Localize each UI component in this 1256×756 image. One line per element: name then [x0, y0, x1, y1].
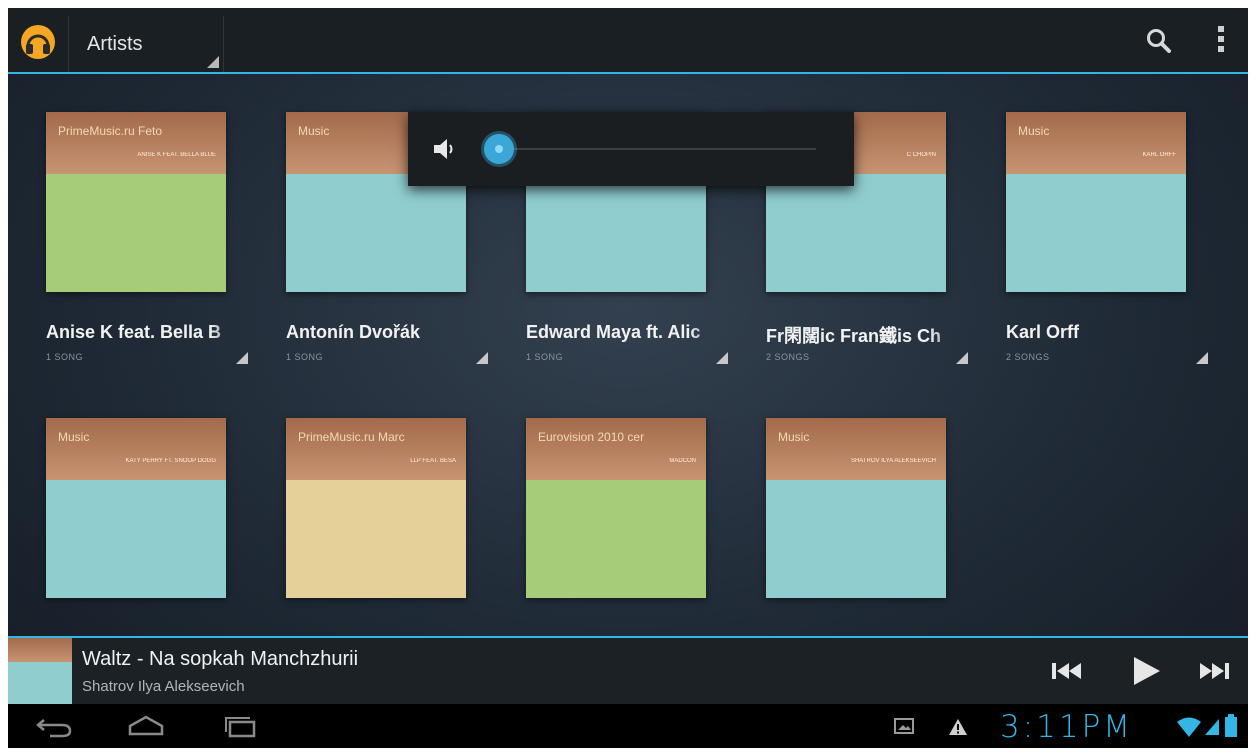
artist-card[interactable]: Music SHATROV ILYA ALEKSEEVICH	[728, 382, 968, 652]
album-art[interactable]: Music KARL ORFF	[1006, 112, 1186, 292]
album-art-fill	[286, 480, 466, 598]
gallery-notification-icon	[894, 718, 914, 734]
album-art-label: Music	[1018, 124, 1050, 138]
now-playing-artist: Shatrov Ilya Alekseevich	[82, 678, 245, 695]
spinner-arrow-icon	[207, 56, 219, 68]
context-menu-icon[interactable]	[476, 352, 488, 364]
song-count: 2 SONGS	[1006, 352, 1050, 362]
album-art-label: Music	[58, 430, 90, 444]
album-art-fill	[1006, 174, 1186, 292]
status-clock: 3:11PM	[1000, 709, 1134, 745]
album-art[interactable]: PrimeMusic.ru Feto ANISE K FEAT. BELLA BL…	[46, 112, 226, 292]
album-art-artist: ANISE K FEAT. BELLA BLUE	[137, 152, 216, 158]
wifi-icon	[1177, 717, 1201, 737]
system-nav-bar: 3:11PM	[8, 704, 1248, 748]
album-art-fill	[526, 174, 706, 292]
volume-panel	[408, 112, 854, 186]
action-bar: Artists	[8, 8, 1248, 74]
album-art-banner: Music KATY PERRY FT. SNOOP DOGG	[46, 418, 226, 480]
search-icon[interactable]	[1144, 26, 1174, 56]
artist-card[interactable]: PrimeMusic.ru Feto ANISE K FEAT. BELLA BL…	[8, 76, 248, 364]
view-spinner[interactable]: Artists	[68, 16, 224, 72]
album-art-artist: MADCON	[669, 458, 696, 464]
album-art-artist: KATY PERRY FT. SNOOP DOGG	[125, 458, 216, 464]
artist-card[interactable]: Music KARL ORFF Karl Orff 2 SONGS	[968, 76, 1208, 364]
album-art-label: PrimeMusic.ru Marc	[298, 430, 405, 444]
album-art-banner: Music KARL ORFF	[1006, 112, 1186, 174]
overflow-menu-icon[interactable]	[1216, 26, 1226, 56]
skip-next-icon[interactable]	[1196, 654, 1236, 688]
album-art-label: Music	[778, 430, 810, 444]
spinner-label: Artists	[87, 33, 143, 55]
context-menu-icon[interactable]	[956, 352, 968, 364]
artist-name: Anise K feat. Bella B	[46, 322, 222, 342]
album-art-fill	[766, 480, 946, 598]
back-icon[interactable]	[32, 712, 76, 740]
warning-icon	[949, 719, 967, 735]
album-art-banner: Eurovision 2010 cer MADCON	[526, 418, 706, 480]
album-art-artist: KARL ORFF	[1142, 152, 1176, 158]
album-art-label: Eurovision 2010 cer	[538, 430, 645, 444]
album-art-banner: PrimeMusic.ru Marc LLP FEAT. BESA	[286, 418, 466, 480]
now-playing-title: Waltz - Na sopkah Manchzhurii	[82, 648, 359, 670]
album-art-artist: SHATROV ILYA ALEKSEEVICH	[850, 458, 936, 464]
album-art-fill	[46, 174, 226, 292]
context-menu-icon[interactable]	[236, 352, 248, 364]
context-menu-icon[interactable]	[716, 352, 728, 364]
song-count: 1 SONG	[286, 352, 324, 362]
album-art-artist: LLP FEAT. BESA	[410, 458, 456, 464]
artist-name: Edward Maya ft. Alic	[526, 322, 701, 342]
album-art-fill	[46, 480, 226, 598]
play-icon[interactable]	[1126, 654, 1166, 688]
artist-card[interactable]: Eurovision 2010 cer MADCON	[488, 382, 728, 652]
home-icon[interactable]	[124, 712, 168, 740]
album-art-banner: PrimeMusic.ru Feto ANISE K FEAT. BELLA BL…	[46, 112, 226, 174]
album-art-banner: Music SHATROV ILYA ALEKSEEVICH	[766, 418, 946, 480]
song-count: 1 SONG	[46, 352, 84, 362]
headphones-icon[interactable]	[20, 24, 56, 60]
screen: Artists PrimeMusic.ru Feto ANISE K FEAT. …	[8, 8, 1248, 748]
album-art[interactable]: Eurovision 2010 cer MADCON	[526, 418, 706, 598]
artist-name: Karl Orff	[1006, 322, 1080, 342]
album-art-fill	[526, 480, 706, 598]
artist-card[interactable]: Music KATY PERRY FT. SNOOP DOGG	[8, 382, 248, 652]
album-art[interactable]: Music KATY PERRY FT. SNOOP DOGG	[46, 418, 226, 598]
now-playing-bar[interactable]: Waltz - Na sopkah Manchzhurii Shatrov Il…	[8, 636, 1248, 704]
skip-previous-icon[interactable]	[1048, 654, 1088, 688]
artist-card[interactable]: PrimeMusic.ru Marc LLP FEAT. BESA	[248, 382, 488, 652]
song-count: 1 SONG	[526, 352, 564, 362]
album-art[interactable]: PrimeMusic.ru Marc LLP FEAT. BESA	[286, 418, 466, 598]
signal-icon	[1205, 719, 1219, 735]
artist-name: Fr閑闊ic Fran鐵is Ch	[766, 326, 942, 346]
speaker-icon	[434, 139, 453, 159]
album-art-fill	[766, 174, 946, 292]
battery-icon	[1225, 714, 1237, 737]
album-art[interactable]: Music SHATROV ILYA ALEKSEEVICH	[766, 418, 946, 598]
now-playing-art	[8, 638, 72, 704]
album-art-fill	[286, 174, 466, 292]
volume-slider-thumb[interactable]	[484, 134, 514, 164]
context-menu-icon[interactable]	[1196, 352, 1208, 364]
artist-name: Antonín Dvořák	[286, 322, 421, 342]
song-count: 2 SONGS	[766, 352, 810, 362]
volume-track[interactable]	[496, 148, 816, 150]
album-art-label: PrimeMusic.ru Feto	[58, 124, 163, 138]
recent-apps-icon[interactable]	[218, 712, 262, 740]
